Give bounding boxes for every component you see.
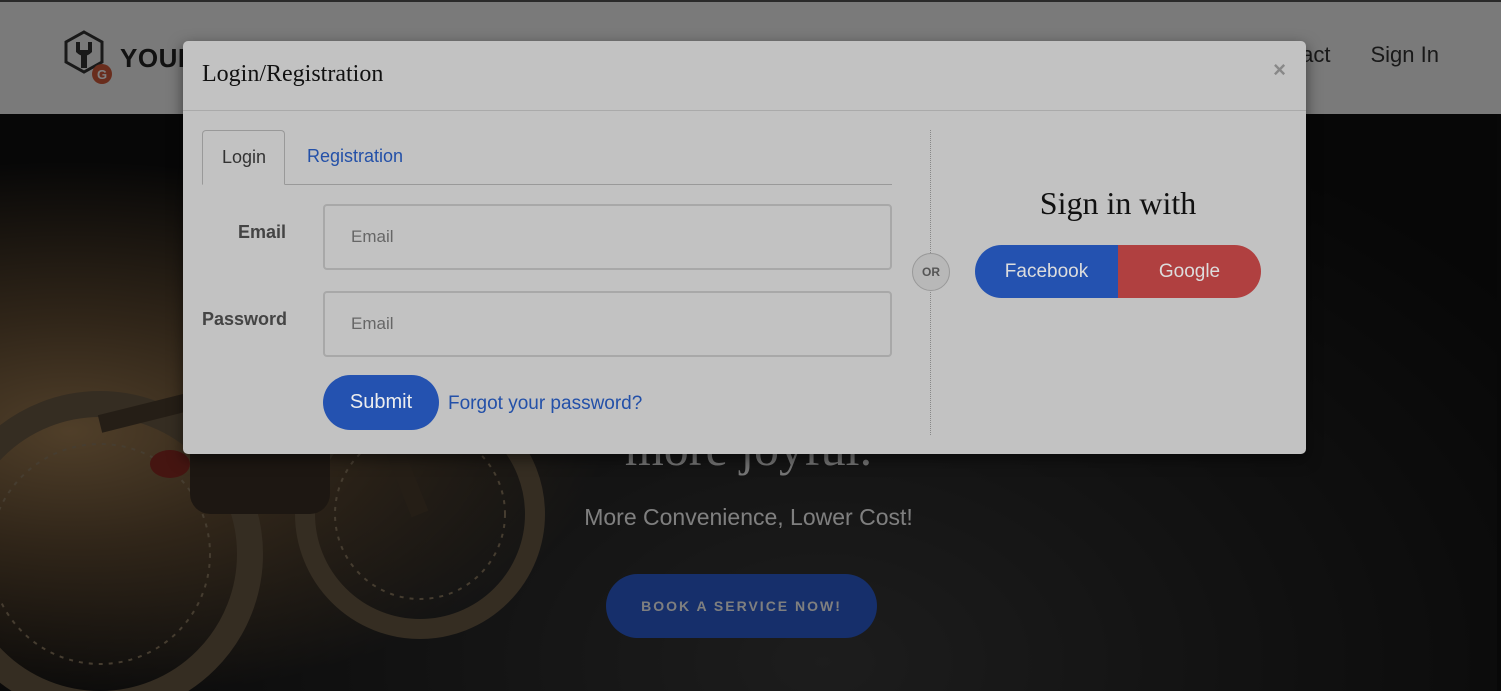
login-form-column: Login Registration Email Password Submit…	[202, 130, 892, 430]
signin-with-heading: Sign in with	[1039, 185, 1197, 221]
facebook-login-button[interactable]: Facebook	[975, 245, 1118, 298]
modal-header: Login/Registration ×	[183, 41, 1306, 111]
email-row: Email	[202, 204, 892, 270]
login-modal: Login/Registration × Login Registration …	[183, 41, 1306, 454]
forgot-password-link[interactable]: Forgot your password?	[448, 393, 642, 415]
tab-bar: Login Registration	[202, 130, 892, 185]
password-row: Password	[202, 291, 892, 357]
social-login-group: Facebook Google	[975, 245, 1261, 298]
tab-registration[interactable]: Registration	[288, 130, 422, 183]
or-badge: OR	[912, 253, 950, 291]
password-input[interactable]	[323, 291, 892, 357]
email-input[interactable]	[323, 204, 892, 270]
close-icon[interactable]: ×	[1273, 57, 1286, 83]
submit-button[interactable]: Submit	[323, 375, 439, 430]
email-label: Email	[237, 221, 286, 242]
tab-login[interactable]: Login	[202, 130, 285, 185]
modal-title: Login/Registration	[202, 61, 384, 87]
password-label: Password	[202, 308, 288, 329]
google-login-button[interactable]: Google	[1118, 245, 1261, 298]
